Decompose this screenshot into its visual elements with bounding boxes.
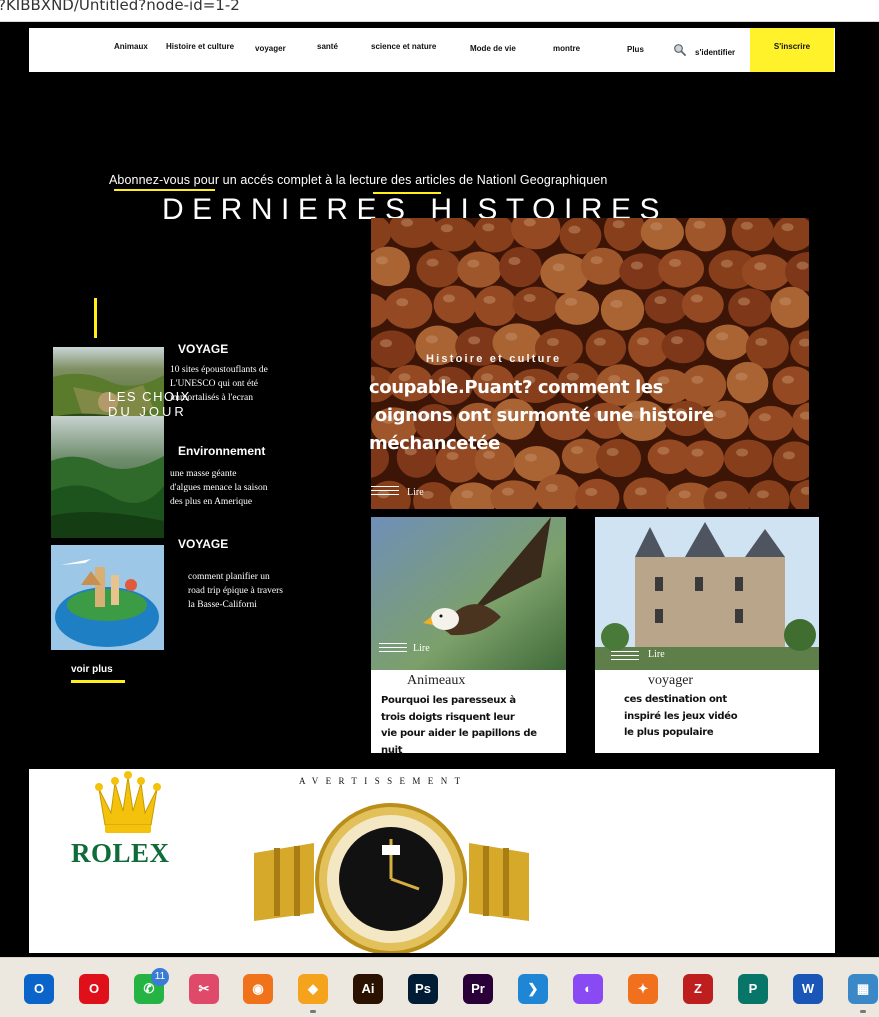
card-read-link[interactable]: Lire: [648, 649, 665, 660]
card-title[interactable]: Pourquoi les paresseux à trois doigts ri…: [381, 693, 561, 759]
nav-item-mode-de-vie[interactable]: Mode de vie: [470, 44, 516, 53]
menu-lines-icon: [379, 643, 407, 655]
avast-browser-icon[interactable]: ◆: [298, 974, 328, 1004]
underline-accent: [114, 189, 215, 191]
subscribe-promo-text[interactable]: Abonnez-vous pour un accés complet à la …: [109, 173, 607, 187]
card-title-line: ces destination ont: [624, 694, 727, 705]
pick-category: VOYAGE: [178, 537, 229, 551]
menu-lines-icon: [371, 486, 399, 498]
thumb-globe-travel[interactable]: [51, 545, 164, 650]
card-title-line: le plus populaire: [624, 727, 714, 738]
pick-line: la Basse-Californi: [188, 600, 257, 610]
card-title-line: vie pour aider le papillons de nuit: [381, 728, 537, 756]
hero-title-line: méchancetée: [369, 433, 500, 454]
nav-item-montre[interactable]: montre: [553, 44, 580, 53]
nav-item-histoire[interactable]: Histoire et culture: [166, 42, 234, 51]
running-indicator: [860, 1010, 866, 1013]
filezilla-icon[interactable]: Z: [683, 974, 713, 1004]
snipping-tool-icon[interactable]: ✂: [189, 974, 219, 1004]
signin-link[interactable]: s'identifier: [695, 48, 735, 57]
vscode-icon[interactable]: ❯: [518, 974, 548, 1004]
pick-category: Environnement: [178, 444, 266, 458]
see-more-link[interactable]: voir plus: [71, 664, 113, 675]
card-category: Animeaux: [407, 673, 466, 688]
nav-item-animaux[interactable]: Animaux: [114, 42, 148, 51]
thumb-forest[interactable]: [51, 416, 164, 538]
url-text[interactable]: ?KIBBXND/Untitled?node-id=1-2: [0, 0, 240, 14]
pick-line: immortalisés à l'ecran: [170, 393, 253, 403]
opera-icon[interactable]: O: [79, 974, 109, 1004]
ad-label: AVERTISSEMENT: [299, 776, 468, 786]
hero-title-line: coupable.Puant? comment les: [369, 377, 663, 398]
pick-line: une masse géante: [170, 469, 237, 479]
site-nav: Animaux Histoire et culture voyager sant…: [29, 28, 835, 72]
card-title-line: inspiré les jeux vidéo: [624, 710, 738, 722]
card-image-castle[interactable]: [595, 517, 819, 670]
control-panel-icon[interactable]: ▦: [848, 974, 878, 1004]
pick-category: VOYAGE: [178, 342, 229, 356]
nav-item-sante[interactable]: santé: [317, 42, 338, 51]
hero-title[interactable]: coupable.Puant? comment les oignons ont …: [369, 374, 729, 458]
illustrator-icon[interactable]: Ai: [353, 974, 383, 1004]
magnifier-icon[interactable]: [673, 43, 687, 57]
pick-description[interactable]: 10 sites époustouflants de L'UNESCO qui …: [170, 363, 268, 405]
hero-title-line: oignons ont surmonté une histoire: [369, 405, 714, 426]
nav-item-science[interactable]: science et nature: [371, 42, 436, 51]
windows-taskbar: O O ✆ 11 ✂ ◉ ◆ Ai Ps Pr ❯ ◐ ✦ Z P W ▦: [0, 957, 879, 1017]
card-title[interactable]: ces destination ont inspiré les jeux vid…: [624, 692, 804, 742]
hero-read-link[interactable]: Lire: [407, 487, 424, 498]
card-read-link[interactable]: Lire: [413, 643, 430, 654]
accent-bar: [94, 298, 97, 338]
pick-line: comment planifier un: [188, 572, 270, 582]
nav-item-voyager[interactable]: voyager: [255, 44, 286, 53]
card-category: voyager: [648, 673, 694, 688]
menu-lines-icon: [611, 651, 639, 663]
pick-line: des plus en Amerique: [170, 497, 253, 507]
pick-line: 10 sites époustouflants de: [170, 365, 268, 375]
premiere-icon[interactable]: Pr: [463, 974, 493, 1004]
photoshop-icon[interactable]: Ps: [408, 974, 438, 1004]
star-app-icon[interactable]: ✦: [628, 974, 658, 1004]
pick-line: road trip épique à travers: [188, 586, 283, 596]
gold-watch-image: [254, 803, 529, 953]
pick-description[interactable]: une masse géante d'algues menace la sais…: [170, 467, 267, 509]
underline-accent: [71, 680, 125, 683]
pick-line: d'algues menace la saison: [170, 483, 268, 493]
notification-badge: 11: [151, 968, 169, 986]
figma-like-icon[interactable]: ◐: [573, 974, 603, 1004]
subscribe-button[interactable]: S'inscrire: [750, 28, 834, 72]
nav-item-plus[interactable]: Plus: [627, 45, 644, 54]
crown-logo-icon: [95, 771, 161, 833]
advertisement-banner[interactable]: AVERTISSEMENT ROLEX: [29, 769, 835, 953]
rolex-wordmark: ROLEX: [71, 838, 170, 868]
running-indicator: [310, 1010, 316, 1013]
pick-description[interactable]: comment planifier un road trip épique à …: [188, 570, 283, 612]
browser-url-bar[interactable]: ?KIBBXND/Untitled?node-id=1-2: [0, 0, 879, 22]
hero-category: Histoire et culture: [426, 353, 562, 365]
pick-line: L'UNESCO qui ont été: [170, 379, 258, 389]
firefox-icon[interactable]: ◉: [243, 974, 273, 1004]
card-title-line: Pourquoi les paresseux à: [381, 695, 516, 706]
word-icon[interactable]: W: [793, 974, 823, 1004]
publisher-icon[interactable]: P: [738, 974, 768, 1004]
card-title-line: trois doigts risquent leur: [381, 711, 515, 723]
outlook-icon[interactable]: O: [24, 974, 54, 1004]
